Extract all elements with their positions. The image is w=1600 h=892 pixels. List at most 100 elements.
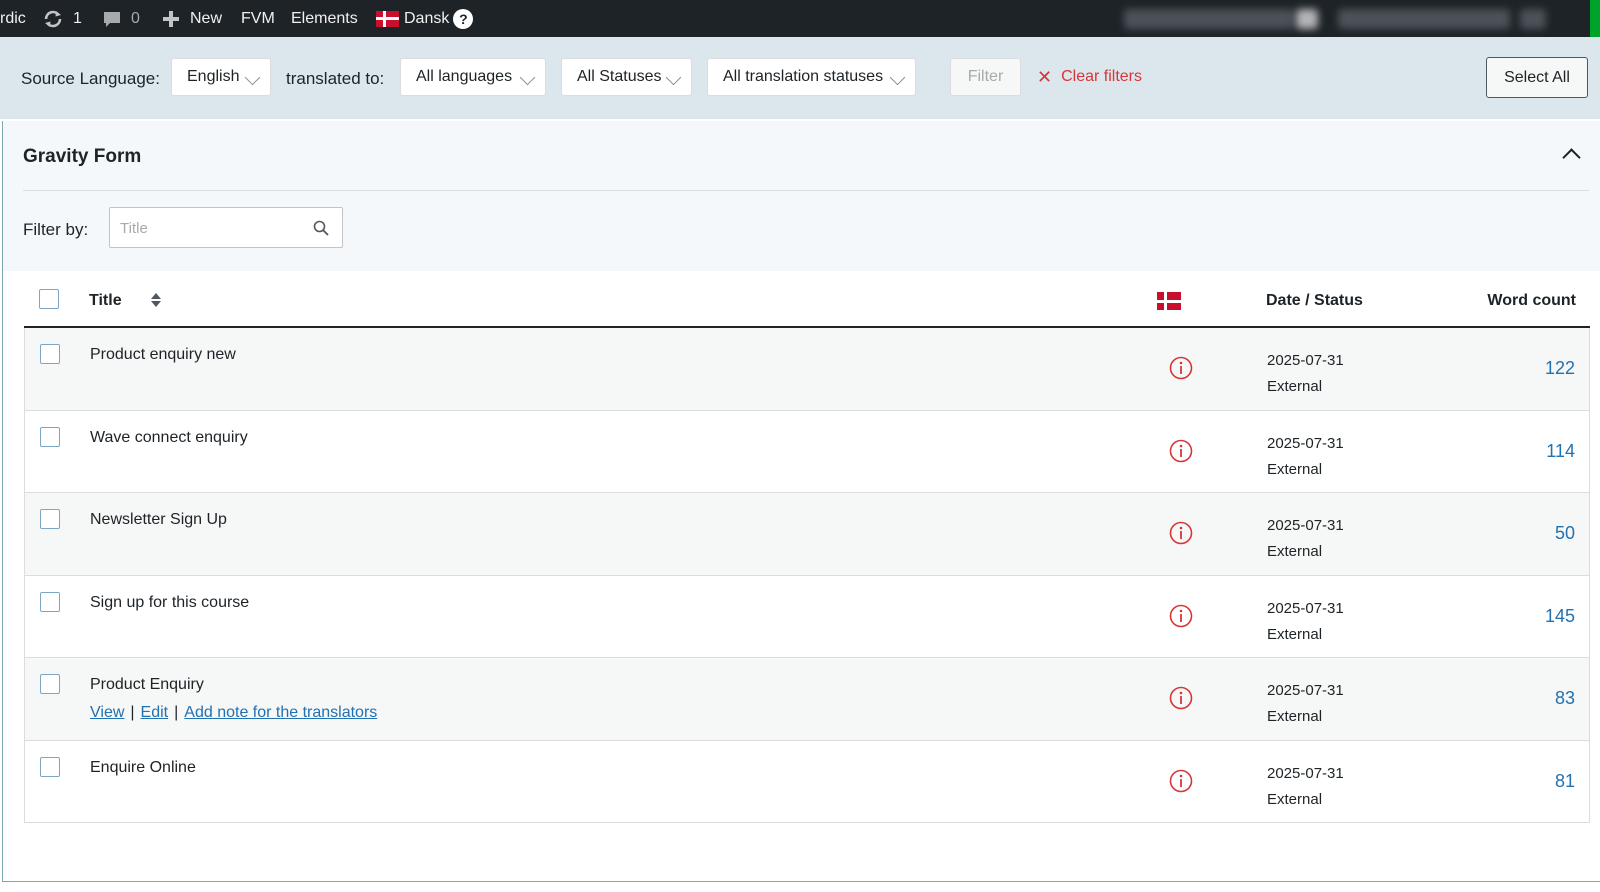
info-circle-icon[interactable] xyxy=(1169,521,1193,545)
status-value: All Statuses xyxy=(577,68,662,85)
source-language-label: Source Language: xyxy=(21,69,160,88)
language-label: Dansk xyxy=(404,10,450,27)
date-status-cell: 2025-07-31 External xyxy=(1267,678,1344,730)
admin-bar: rdic 1 0 New FVM Elements Dansk ? xyxy=(0,0,1600,37)
translation-status-select[interactable]: All translation statuses xyxy=(707,58,916,96)
row-actions: View | Edit | Add note for the translators xyxy=(90,704,377,722)
clear-filters-label: Clear filters xyxy=(1061,68,1142,85)
view-link[interactable]: View xyxy=(90,704,124,721)
add-note-link[interactable]: Add note for the translators xyxy=(184,704,377,721)
row-checkbox[interactable] xyxy=(40,509,60,529)
row-title: Product enquiry new xyxy=(90,346,236,363)
search-icon[interactable] xyxy=(313,220,329,236)
table-row: Product enquiry new 2025-07-31 External … xyxy=(24,328,1590,411)
date-status-cell: 2025-07-31 External xyxy=(1267,761,1344,813)
column-title[interactable]: Title xyxy=(89,292,122,310)
info-circle-icon[interactable] xyxy=(1169,604,1193,628)
row-status: External xyxy=(1267,543,1323,560)
info-circle-icon[interactable] xyxy=(1169,686,1193,710)
clear-filters-link[interactable]: ✕ Clear filters xyxy=(1037,68,1142,86)
row-checkbox[interactable] xyxy=(40,674,60,694)
info-circle-icon[interactable] xyxy=(1169,769,1193,793)
updates-link[interactable]: 1 xyxy=(42,0,82,37)
updates-count: 1 xyxy=(73,10,82,27)
table-header: Title Date / Status Word count xyxy=(24,271,1590,328)
site-name-link[interactable]: rdic xyxy=(0,0,26,37)
chevron-down-icon xyxy=(889,69,906,86)
word-count-link[interactable]: 122 xyxy=(1545,358,1575,379)
select-all-button[interactable]: Select All xyxy=(1486,57,1588,98)
plus-icon xyxy=(163,10,179,27)
separator: | xyxy=(130,704,135,721)
row-date: 2025-07-31 xyxy=(1267,352,1344,369)
comments-link[interactable]: 0 xyxy=(102,0,140,37)
chevron-down-icon xyxy=(244,69,261,86)
translations-table: Title Date / Status Word count Product e… xyxy=(24,271,1590,823)
maintenance-mode-blurred[interactable] xyxy=(1338,9,1510,29)
fvm-link[interactable]: FVM xyxy=(241,0,275,37)
panel-header: Gravity Form Filter by: xyxy=(3,121,1600,271)
row-date: 2025-07-31 xyxy=(1267,682,1344,699)
danish-flag-icon xyxy=(1157,292,1181,310)
user-account-blurred[interactable] xyxy=(1124,9,1294,29)
site-name-label: rdic xyxy=(0,10,26,27)
row-status: External xyxy=(1267,378,1323,395)
panel-title: Gravity Form xyxy=(23,146,142,167)
word-count-link[interactable]: 145 xyxy=(1545,606,1575,627)
info-circle-icon[interactable] xyxy=(1169,356,1193,380)
gravity-form-panel: Gravity Form Filter by: Title Date / Sta… xyxy=(2,121,1600,882)
row-date: 2025-07-31 xyxy=(1267,517,1344,534)
elements-label: Elements xyxy=(291,10,358,27)
chevron-up-icon[interactable] xyxy=(1562,148,1581,167)
target-language-select[interactable]: All languages xyxy=(400,58,546,96)
row-checkbox[interactable] xyxy=(40,591,60,612)
date-status-cell: 2025-07-31 External xyxy=(1267,431,1344,483)
filter-button[interactable]: Filter xyxy=(950,58,1021,96)
title-search-input[interactable] xyxy=(120,218,300,238)
source-language-value: English xyxy=(187,68,240,85)
divider xyxy=(23,190,1589,191)
word-count-link[interactable]: 83 xyxy=(1555,688,1575,709)
row-date: 2025-07-31 xyxy=(1267,764,1344,782)
row-date: 2025-07-31 xyxy=(1267,599,1344,617)
row-title: Wave connect enquiry xyxy=(90,428,248,446)
elements-link[interactable]: Elements xyxy=(291,0,358,37)
comments-count: 0 xyxy=(131,10,140,27)
table-row: Wave connect enquiry 2025-07-31 External… xyxy=(24,410,1590,493)
filter-by-label: Filter by: xyxy=(23,220,89,239)
danish-flag-icon xyxy=(376,10,399,27)
refresh-icon xyxy=(44,10,62,27)
language-switcher[interactable]: Dansk ? xyxy=(376,0,474,37)
status-select[interactable]: All Statuses xyxy=(561,58,692,96)
fvm-label: FVM xyxy=(241,10,275,27)
table-row: Product Enquiry View | Edit | Add note for t… xyxy=(24,658,1590,741)
word-count-link[interactable]: 114 xyxy=(1546,441,1575,462)
row-checkbox[interactable] xyxy=(40,344,60,364)
date-status-cell: 2025-07-31 External xyxy=(1267,513,1344,565)
new-content-link[interactable]: New xyxy=(162,0,222,37)
edit-link[interactable]: Edit xyxy=(141,704,169,721)
row-title: Newsletter Sign Up xyxy=(90,511,227,528)
help-icon[interactable]: ? xyxy=(453,8,474,29)
info-circle-icon[interactable] xyxy=(1169,439,1193,463)
separator: | xyxy=(174,704,179,721)
avatar[interactable] xyxy=(1296,9,1318,29)
row-checkbox[interactable] xyxy=(40,426,60,447)
new-label: New xyxy=(190,10,223,27)
row-status: External xyxy=(1267,708,1323,725)
word-count-link[interactable]: 50 xyxy=(1555,523,1575,544)
row-date: 2025-07-31 xyxy=(1267,434,1344,452)
status-indicator xyxy=(1590,0,1600,37)
column-date-status: Date / Status xyxy=(1266,292,1363,309)
select-all-checkbox[interactable] xyxy=(39,289,59,309)
word-count-link[interactable]: 81 xyxy=(1555,771,1575,792)
target-language-value: All languages xyxy=(416,68,513,85)
row-checkbox[interactable] xyxy=(40,756,60,777)
sort-icon[interactable] xyxy=(150,292,162,308)
close-icon: ✕ xyxy=(1037,67,1053,87)
chevron-down-icon xyxy=(519,69,536,86)
source-language-select[interactable]: English xyxy=(171,58,271,96)
date-status-cell: 2025-07-31 External xyxy=(1267,348,1344,400)
column-word-count: Word count xyxy=(1487,292,1576,309)
admin-bar-item-blurred[interactable] xyxy=(1520,9,1546,29)
